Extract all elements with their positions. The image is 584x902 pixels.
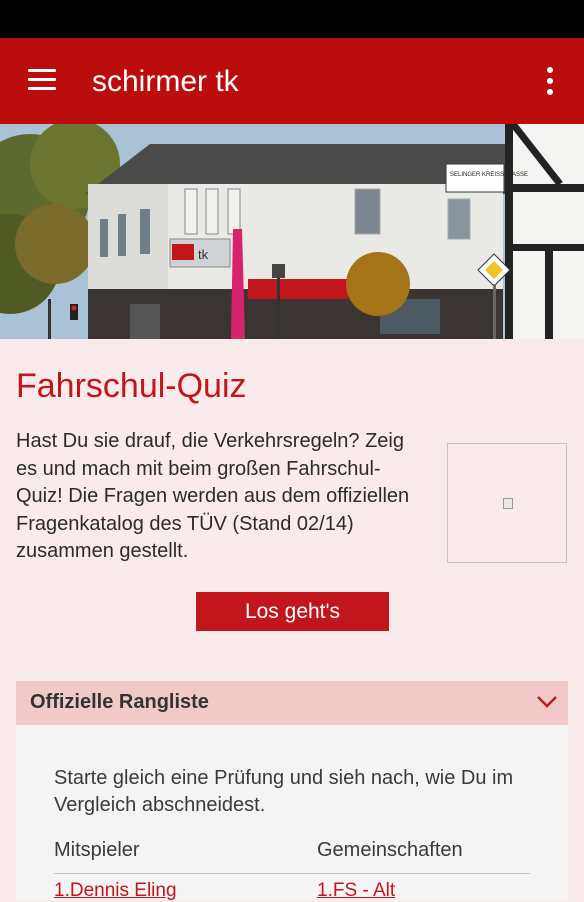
- broken-image-icon: [503, 498, 513, 509]
- ranking-community-link[interactable]: 1.FS - Alt: [317, 880, 395, 902]
- ranking-title: Offizielle Rangliste: [30, 691, 209, 713]
- shop-sign-text: tk: [198, 247, 209, 262]
- app-title: schirmer tk: [92, 65, 239, 98]
- ranking-accordion-header[interactable]: Offizielle Rangliste: [16, 681, 568, 725]
- hamburger-menu-icon[interactable]: [22, 65, 62, 97]
- more-vertical-icon[interactable]: [540, 64, 560, 98]
- ranking-intro: Starte gleich eine Prüfung und sieh nach…: [54, 767, 514, 816]
- quiz-image-placeholder: [447, 443, 567, 563]
- hero-image: tk SELINGER KREISSTRASSE: [0, 124, 584, 339]
- quiz-description: Hast Du sie drauf, die Verkehrsregeln? Z…: [16, 430, 410, 562]
- app-bar: schirmer tk: [0, 38, 584, 124]
- ranking-player-link[interactable]: 1.Dennis Eling: [54, 880, 177, 902]
- street-sign-text: SELINGER KREISSTRASSE: [450, 172, 528, 178]
- status-bar: [0, 0, 584, 38]
- table-divider: [54, 873, 530, 874]
- column-header-players: Mitspieler: [54, 839, 140, 861]
- column-header-communities: Gemeinschaften: [317, 839, 463, 861]
- ranking-panel: Starte gleich eine Prüfung und sieh nach…: [16, 725, 568, 902]
- chevron-down-icon: [537, 696, 557, 708]
- start-quiz-button[interactable]: Los geht's: [196, 592, 389, 631]
- quiz-title: Fahrschul-Quiz: [16, 367, 247, 405]
